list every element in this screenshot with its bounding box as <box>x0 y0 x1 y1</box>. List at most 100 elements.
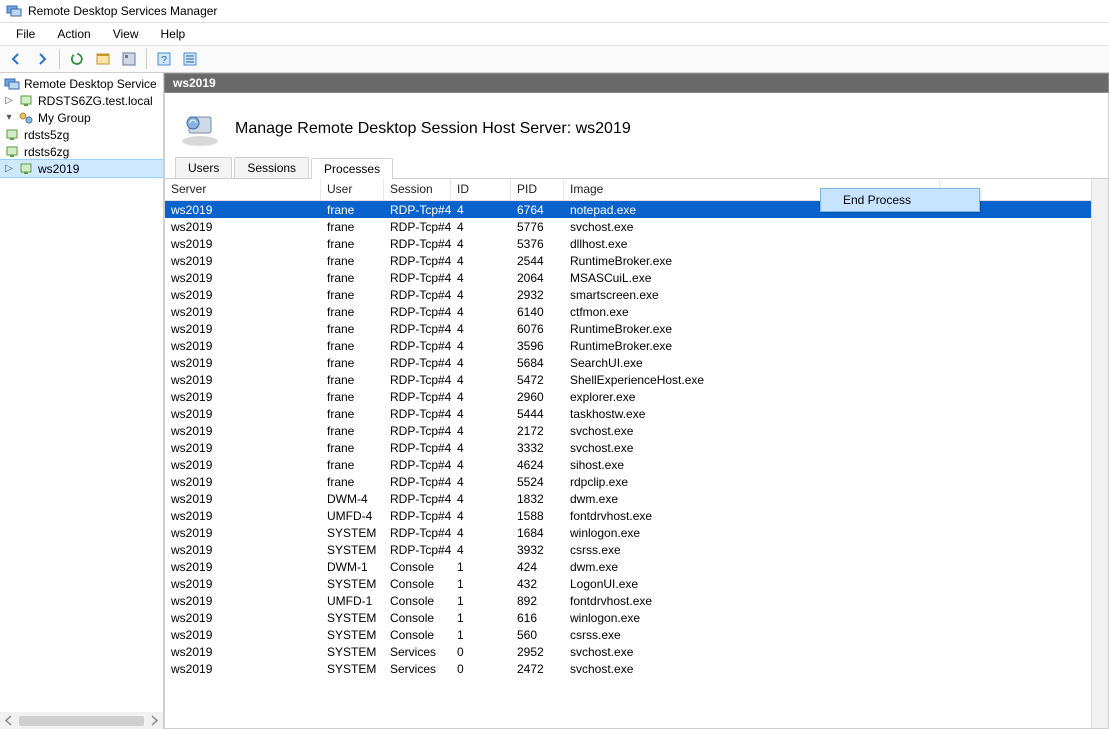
table-row[interactable]: ws2019franeRDP-Tcp#445472ShellExperience… <box>165 371 1091 388</box>
cell-server: ws2019 <box>165 339 321 353</box>
table-row[interactable]: ws2019SYSTEMConsole1560csrss.exe <box>165 626 1091 643</box>
back-button[interactable] <box>4 48 28 70</box>
menu-action[interactable]: Action <box>47 25 100 43</box>
table-row[interactable]: ws2019franeRDP-Tcp#442932smartscreen.exe <box>165 286 1091 303</box>
table-row[interactable]: ws2019franeRDP-Tcp#442544RuntimeBroker.e… <box>165 252 1091 269</box>
cell-id: 4 <box>451 203 511 217</box>
table-row[interactable]: ws2019DWM-1Console1424dwm.exe <box>165 558 1091 575</box>
cell-server: ws2019 <box>165 509 321 523</box>
tree-group[interactable]: ▾ My Group <box>0 109 163 126</box>
col-pid[interactable]: PID <box>511 179 564 200</box>
table-row[interactable]: ws2019franeRDP-Tcp#445684SearchUI.exe <box>165 354 1091 371</box>
cell-id: 4 <box>451 356 511 370</box>
col-user[interactable]: User <box>321 179 384 200</box>
cell-session: RDP-Tcp#4 <box>384 288 451 302</box>
cell-server: ws2019 <box>165 645 321 659</box>
table-row[interactable]: ws2019franeRDP-Tcp#445376dllhost.exe <box>165 235 1091 252</box>
menu-file[interactable]: File <box>6 25 45 43</box>
cell-user: SYSTEM <box>321 543 384 557</box>
tree-node[interactable]: rdsts6zg <box>0 143 163 160</box>
window-titlebar: Remote Desktop Services Manager <box>0 0 1109 23</box>
tree-domain[interactable]: ▷ RDSTS6ZG.test.local <box>0 92 163 109</box>
cell-session: Console <box>384 560 451 574</box>
cell-session: Console <box>384 628 451 642</box>
expand-icon[interactable]: ▷ <box>4 164 14 174</box>
breadcrumb: ws2019 <box>173 76 216 90</box>
table-row[interactable]: ws2019franeRDP-Tcp#445444taskhostw.exe <box>165 405 1091 422</box>
menu-view[interactable]: View <box>103 25 149 43</box>
cell-server: ws2019 <box>165 560 321 574</box>
table-row[interactable]: ws2019franeRDP-Tcp#446140ctfmon.exe <box>165 303 1091 320</box>
table-row[interactable]: ws2019franeRDP-Tcp#445524rdpclip.exe <box>165 473 1091 490</box>
properties-button[interactable] <box>117 48 141 70</box>
cell-id: 0 <box>451 662 511 676</box>
col-id[interactable]: ID <box>451 179 511 200</box>
cell-session: RDP-Tcp#4 <box>384 373 451 387</box>
table-row[interactable]: ws2019SYSTEMConsole1432LogonUI.exe <box>165 575 1091 592</box>
table-row[interactable]: ws2019SYSTEMRDP-Tcp#441684winlogon.exe <box>165 524 1091 541</box>
cell-user: SYSTEM <box>321 526 384 540</box>
cell-server: ws2019 <box>165 577 321 591</box>
table-row[interactable]: ws2019franeRDP-Tcp#445776svchost.exe <box>165 218 1091 235</box>
table-row[interactable]: ws2019franeRDP-Tcp#442960explorer.exe <box>165 388 1091 405</box>
vertical-scrollbar[interactable] <box>1091 179 1108 728</box>
menu-end-process[interactable]: End Process <box>821 189 979 211</box>
cell-session: RDP-Tcp#4 <box>384 390 451 404</box>
help-button[interactable]: ? <box>152 48 176 70</box>
col-server[interactable]: Server <box>165 179 321 200</box>
cell-session: RDP-Tcp#4 <box>384 441 451 455</box>
tree-root[interactable]: Remote Desktop Service <box>0 75 163 92</box>
cell-pid: 2932 <box>511 288 564 302</box>
page-title: Manage Remote Desktop Session Host Serve… <box>235 120 631 138</box>
forward-button[interactable] <box>30 48 54 70</box>
cell-user: UMFD-4 <box>321 509 384 523</box>
cell-id: 4 <box>451 254 511 268</box>
tab-sessions[interactable]: Sessions <box>234 157 309 178</box>
cell-id: 4 <box>451 271 511 285</box>
table-row[interactable]: ws2019UMFD-4RDP-Tcp#441588fontdrvhost.ex… <box>165 507 1091 524</box>
collapse-icon[interactable]: ▾ <box>4 113 14 123</box>
tree-node[interactable]: rdsts5zg <box>0 126 163 143</box>
cell-pid: 5444 <box>511 407 564 421</box>
table-row[interactable]: ws2019franeRDP-Tcp#443332svchost.exe <box>165 439 1091 456</box>
cell-session: Console <box>384 611 451 625</box>
cell-user: UMFD-1 <box>321 594 384 608</box>
cell-pid: 3332 <box>511 441 564 455</box>
process-grid[interactable]: Server User Session ID PID Image ws2019f… <box>165 179 1091 728</box>
expand-icon[interactable]: ▷ <box>4 96 14 106</box>
cell-id: 4 <box>451 390 511 404</box>
cell-server: ws2019 <box>165 356 321 370</box>
cell-server: ws2019 <box>165 237 321 251</box>
filter-button[interactable] <box>178 48 202 70</box>
table-row[interactable]: ws2019franeRDP-Tcp#444624sihost.exe <box>165 456 1091 473</box>
refresh-button[interactable] <box>65 48 89 70</box>
table-row[interactable]: ws2019franeRDP-Tcp#442064MSASCuiL.exe <box>165 269 1091 286</box>
table-row[interactable]: ws2019franeRDP-Tcp#443596RuntimeBroker.e… <box>165 337 1091 354</box>
col-session[interactable]: Session <box>384 179 451 200</box>
cell-pid: 616 <box>511 611 564 625</box>
export-button[interactable] <box>91 48 115 70</box>
cell-pid: 1588 <box>511 509 564 523</box>
tree-horizontal-scrollbar[interactable] <box>0 712 163 729</box>
table-row[interactable]: ws2019franeRDP-Tcp#442172svchost.exe <box>165 422 1091 439</box>
cell-server: ws2019 <box>165 526 321 540</box>
table-row[interactable]: ws2019franeRDP-Tcp#446076RuntimeBroker.e… <box>165 320 1091 337</box>
app-icon <box>6 3 22 19</box>
cell-image: ctfmon.exe <box>564 305 940 319</box>
breadcrumb-bar: ws2019 <box>164 73 1109 93</box>
cell-pid: 2544 <box>511 254 564 268</box>
tree[interactable]: Remote Desktop Service ▷ RDSTS6ZG.test.l… <box>0 75 163 177</box>
menu-help[interactable]: Help <box>151 25 196 43</box>
table-row[interactable]: ws2019SYSTEMServices02952svchost.exe <box>165 643 1091 660</box>
cell-user: frane <box>321 322 384 336</box>
toolbar-separator <box>146 49 147 69</box>
tab-processes[interactable]: Processes <box>311 158 393 179</box>
cell-server: ws2019 <box>165 305 321 319</box>
table-row[interactable]: ws2019SYSTEMRDP-Tcp#443932csrss.exe <box>165 541 1091 558</box>
tree-node-selected[interactable]: ▷ ws2019 <box>0 160 163 177</box>
table-row[interactable]: ws2019SYSTEMConsole1616winlogon.exe <box>165 609 1091 626</box>
tab-users[interactable]: Users <box>175 157 232 178</box>
table-row[interactable]: ws2019UMFD-1Console1892fontdrvhost.exe <box>165 592 1091 609</box>
table-row[interactable]: ws2019SYSTEMServices02472svchost.exe <box>165 660 1091 677</box>
table-row[interactable]: ws2019DWM-4RDP-Tcp#441832dwm.exe <box>165 490 1091 507</box>
